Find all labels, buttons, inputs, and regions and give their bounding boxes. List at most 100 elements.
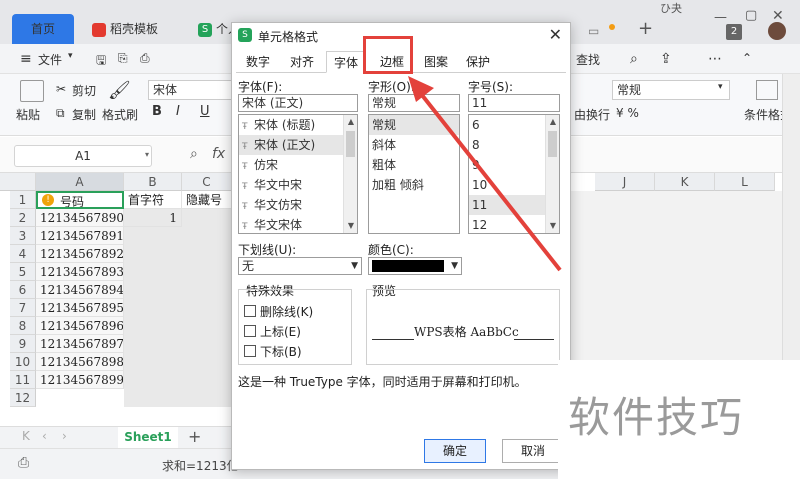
tab-home[interactable]: 首页 — [12, 14, 74, 44]
close-icon[interactable]: ✕ — [549, 25, 562, 44]
prev-sheet-icon[interactable]: ‹ — [42, 429, 47, 443]
collapse-ribbon-icon[interactable]: ⌃ — [742, 51, 752, 65]
maximize-icon[interactable]: ▢ — [745, 8, 757, 23]
paste-icon[interactable] — [20, 80, 44, 102]
cell-a[interactable]: 12134567898 — [36, 353, 124, 371]
table-style-icon[interactable] — [756, 80, 778, 100]
minimize-icon[interactable]: — — [714, 10, 727, 25]
row-header[interactable]: 8 — [10, 317, 36, 335]
scroll-thumb[interactable] — [346, 131, 355, 157]
paste-button[interactable]: 粘贴 — [16, 106, 40, 123]
row-header[interactable]: 5 — [10, 263, 36, 281]
file-menu[interactable]: 文件 — [38, 51, 62, 68]
font-list-item[interactable]: Ŧ 仿宋 — [239, 155, 357, 175]
column-header-j[interactable]: J — [595, 173, 655, 191]
chevron-down-icon[interactable]: ▾ — [145, 150, 149, 159]
row-header[interactable]: 1 — [10, 191, 36, 209]
column-header-l[interactable]: L — [715, 173, 775, 191]
tab-alignment[interactable]: 对齐 — [284, 51, 320, 73]
number-format-select[interactable]: 常规 — [612, 80, 730, 100]
first-sheet-icon[interactable]: K — [22, 429, 30, 443]
print-icon[interactable]: ⎙ — [140, 51, 150, 66]
underline-select[interactable]: 无 ▼ — [238, 257, 362, 275]
font-list-item-selected[interactable]: Ŧ 宋体 (正文) — [239, 135, 357, 155]
tab-templates[interactable]: 稻壳模板 — [80, 14, 180, 44]
font-list-item[interactable]: Ŧ 华文中宋 — [239, 175, 357, 195]
font-list[interactable]: Ŧ 宋体 (标题) Ŧ 宋体 (正文) Ŧ 仿宋 Ŧ 华文中宋 Ŧ 华文仿宋 Ŧ 华文宋体 … — [238, 114, 358, 234]
row-header[interactable]: 10 — [10, 353, 36, 371]
tab-font[interactable]: 字体 — [326, 51, 366, 73]
strikethrough-checkbox[interactable] — [244, 305, 256, 317]
cancel-button[interactable]: 取消 — [502, 439, 564, 463]
cell-a[interactable]: 12134567899 — [36, 371, 124, 389]
avatar[interactable] — [768, 22, 786, 40]
new-tab-button[interactable]: + — [638, 18, 653, 39]
font-list-item[interactable]: Ŧ 华文仿宋 — [239, 195, 357, 215]
add-sheet-button[interactable]: + — [188, 427, 201, 446]
row-header[interactable]: 7 — [10, 299, 36, 317]
select-all-corner[interactable] — [0, 173, 36, 191]
chevron-down-icon[interactable]: ▼ — [344, 219, 357, 233]
cell-a[interactable]: 12134567890 — [36, 209, 124, 227]
fx-button[interactable]: fx — [212, 146, 225, 162]
cell-b2-value[interactable]: 1 — [124, 209, 182, 227]
menu-icon[interactable]: ≡ — [20, 51, 32, 67]
copy-icon[interactable]: ⧉ — [56, 106, 65, 121]
cell-a[interactable]: 12134567893 — [36, 263, 124, 281]
cell-a[interactable]: 12134567896 — [36, 317, 124, 335]
status-icon[interactable]: ⎙ — [18, 455, 29, 471]
more-icon[interactable]: ⋯ — [708, 51, 722, 67]
wrap-text-button[interactable]: 由换行 — [574, 106, 610, 123]
row-header[interactable]: 6 — [10, 281, 36, 299]
column-header-b[interactable]: B — [124, 173, 182, 191]
currency-icon[interactable]: ¥ % — [616, 106, 639, 120]
row-header[interactable]: 12 — [10, 389, 36, 407]
sheet-tab-sheet1[interactable]: Sheet1 — [118, 427, 178, 448]
row-header[interactable]: 11 — [10, 371, 36, 389]
chevron-down-icon[interactable]: ▾ — [68, 51, 73, 61]
zoom-icon[interactable]: ⌕ — [190, 146, 198, 162]
cell-a[interactable]: 12134567892 — [36, 245, 124, 263]
subscript-checkbox[interactable] — [244, 345, 256, 357]
font-list-item[interactable]: Ŧ 华文宋体 — [239, 215, 357, 233]
column-header-k[interactable]: K — [655, 173, 715, 191]
find-menu[interactable]: 查找 — [576, 51, 600, 68]
format-painter-button[interactable]: 格式刷 — [102, 106, 138, 123]
search-icon[interactable]: ⌕ — [630, 51, 638, 67]
cell-c1[interactable]: 隐藏号 — [182, 191, 232, 209]
row-header[interactable]: 3 — [10, 227, 36, 245]
cut-button[interactable]: 剪切 — [72, 82, 96, 99]
next-sheet-icon[interactable]: › — [62, 429, 67, 443]
format-painter-icon[interactable]: 🖌 — [108, 80, 131, 101]
italic-button[interactable]: I — [176, 104, 180, 119]
row-header[interactable]: 4 — [10, 245, 36, 263]
share-icon[interactable]: ⇪ — [660, 51, 672, 67]
save-icon[interactable]: 🖫 — [96, 51, 106, 72]
underline-button[interactable]: U — [200, 104, 210, 119]
cell-b1[interactable]: 首字符 — [124, 191, 182, 209]
cell-a[interactable]: 12134567891 — [36, 227, 124, 245]
cut-icon[interactable]: ✂ — [56, 82, 66, 96]
bold-button[interactable]: B — [152, 104, 162, 119]
font-input[interactable]: 宋体 (正文) — [238, 94, 358, 112]
cell-a[interactable]: 12134567897 — [36, 335, 124, 353]
cell-a[interactable]: 12134567894 — [36, 281, 124, 299]
export-icon[interactable]: ⎘ — [118, 51, 128, 66]
column-header-a[interactable]: A — [36, 173, 124, 191]
warning-icon[interactable]: ! — [42, 194, 54, 206]
chevron-down-icon[interactable]: ▾ — [718, 82, 723, 92]
superscript-checkbox[interactable] — [244, 325, 256, 337]
font-name-select[interactable]: 宋体 — [148, 80, 232, 100]
row-header[interactable]: 9 — [10, 335, 36, 353]
font-list-item[interactable]: Ŧ 宋体 (标题) — [239, 115, 357, 135]
tab-number[interactable]: 数字 — [240, 51, 276, 73]
name-box[interactable]: A1 — [14, 145, 152, 167]
column-header-c[interactable]: C — [182, 173, 232, 191]
copy-button[interactable]: 复制 — [72, 106, 96, 123]
ok-button[interactable]: 确定 — [424, 439, 486, 463]
monitor-icon[interactable]: ▭ — [588, 24, 599, 38]
font-list-scrollbar[interactable]: ▲ ▼ — [343, 115, 357, 233]
chevron-up-icon[interactable]: ▲ — [344, 115, 357, 129]
cell-a[interactable]: 12134567895 — [36, 299, 124, 317]
row-header[interactable]: 2 — [10, 209, 36, 227]
